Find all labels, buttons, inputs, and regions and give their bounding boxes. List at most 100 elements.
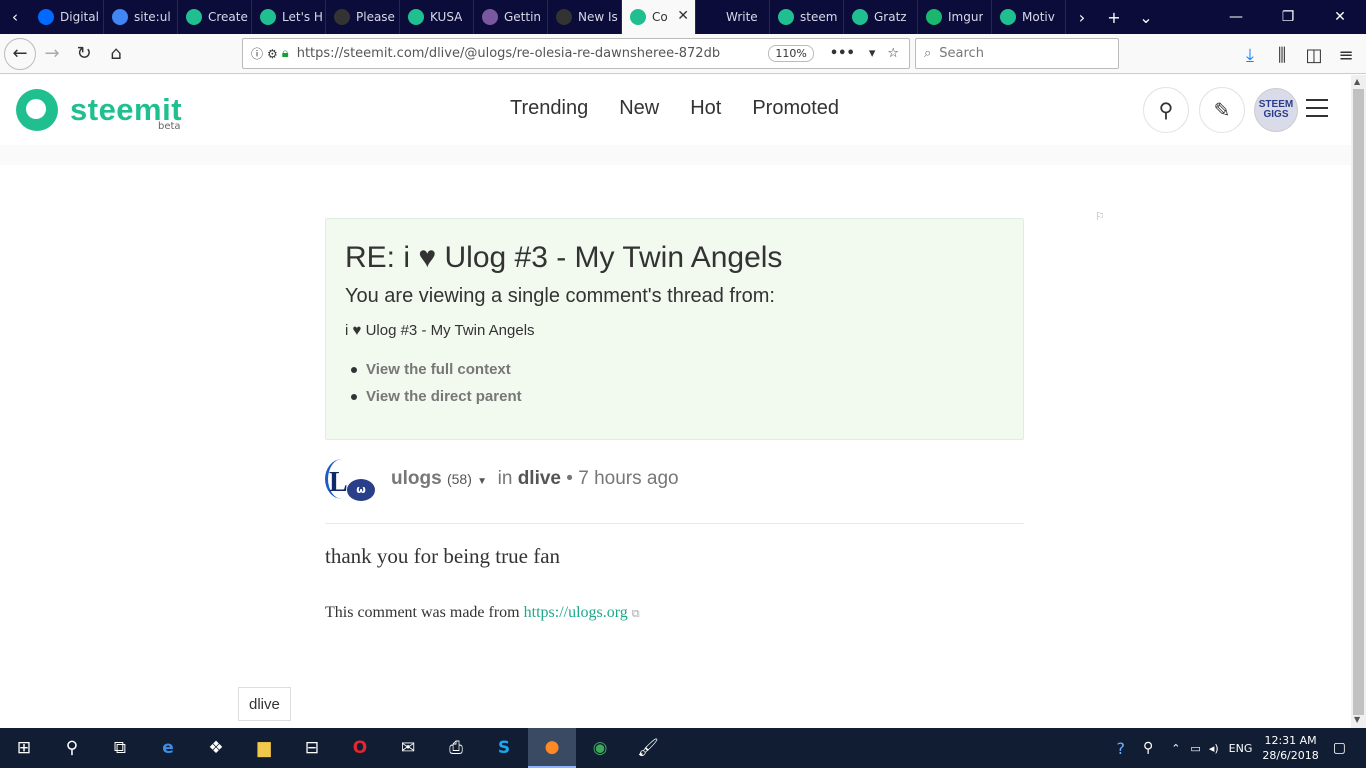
browser-tab[interactable]: Create [178, 0, 252, 34]
clock[interactable]: 12:31 AM 28/6/2018 [1262, 733, 1318, 763]
tab-label: Gratz [874, 10, 907, 24]
reload-icon[interactable]: ↻ [68, 38, 100, 70]
tabs-scroll-left-icon[interactable]: ‹ [0, 0, 30, 34]
browser-tab[interactable]: KUSA [400, 0, 474, 34]
close-window-icon[interactable]: ✕ [1314, 0, 1366, 34]
url-text[interactable]: https://steemit.com/dlive/@ulogs/re-oles… [297, 46, 769, 61]
browser-tab[interactable]: Gratz [844, 0, 918, 34]
skype-icon[interactable]: S [480, 728, 528, 768]
browser-tab[interactable]: Gettin [474, 0, 548, 34]
tab-label: Let's H [282, 10, 323, 24]
browser-tab[interactable]: steem [770, 0, 844, 34]
author-name[interactable]: ulogs [391, 468, 442, 489]
store-icon[interactable]: ⊟ [288, 728, 336, 768]
language-indicator[interactable]: ENG [1229, 742, 1253, 755]
bookmark-star-icon[interactable]: ☆ [887, 46, 899, 61]
browser-tab[interactable]: site:ul [104, 0, 178, 34]
write-post-button[interactable]: ✎ [1199, 87, 1245, 133]
mail-icon[interactable]: ✉ [384, 728, 432, 768]
nav-trending[interactable]: Trending [510, 97, 588, 120]
forward-icon[interactable]: → [36, 38, 68, 70]
view-direct-parent-link[interactable]: View the direct parent [345, 388, 1004, 405]
close-tab-icon[interactable]: ✕ [677, 8, 689, 24]
user-avatar[interactable]: STEEM GIGS [1254, 88, 1298, 132]
windows-start-icon[interactable]: ⊞ [0, 728, 48, 768]
chrome-icon[interactable]: ◉ [576, 728, 624, 768]
restore-icon[interactable]: ❐ [1262, 0, 1314, 34]
nav-hot[interactable]: Hot [690, 97, 721, 120]
search-icon: ⚲ [1158, 98, 1174, 122]
pocket-icon[interactable]: ▾ [869, 46, 876, 61]
author-avatar[interactable]: L ω [325, 457, 377, 505]
tab-list-chevron-icon[interactable]: ⌄ [1130, 0, 1162, 34]
author-dropdown-icon[interactable]: ▼ [477, 476, 487, 487]
hamburger-menu-icon[interactable] [1306, 99, 1328, 117]
tray-expand-icon[interactable]: ⌃ [1171, 742, 1180, 755]
page-actions-icon[interactable]: ••• [830, 46, 855, 61]
edge-icon[interactable]: e [144, 728, 192, 768]
search-input[interactable]: ⌕ Search [915, 38, 1119, 69]
thread-notice: You are viewing a single comment's threa… [345, 285, 775, 307]
downloads-icon[interactable]: ⤓ [1234, 39, 1266, 71]
minimize-icon[interactable]: — [1210, 0, 1262, 34]
home-icon[interactable]: ⌂ [100, 38, 132, 70]
system-tray: ? ⚲ ⌃ ▭ ◂) ENG 12:31 AM 28/6/2018 ▢ [1116, 728, 1366, 768]
new-tab-icon[interactable]: + [1098, 0, 1130, 34]
help-icon[interactable]: ? [1116, 739, 1125, 758]
browser-tab[interactable]: Co ✕ [622, 0, 696, 34]
task-view-icon[interactable]: ⧉ [96, 728, 144, 768]
tab-label: steem [800, 10, 838, 24]
scroll-thumb[interactable] [1353, 89, 1364, 715]
clock-date: 28/6/2018 [1262, 749, 1319, 762]
comment-time[interactable]: 7 hours ago [578, 468, 678, 489]
zoom-badge[interactable]: 110% [768, 45, 814, 62]
firefox-icon[interactable]: ● [528, 728, 576, 768]
browser-tab[interactable]: Digital [30, 0, 104, 34]
file-explorer-icon[interactable]: ▆ [240, 728, 288, 768]
network-icon[interactable]: ▭ [1190, 742, 1200, 755]
view-full-context-link[interactable]: View the full context [345, 361, 1004, 378]
comment-footer: This comment was made from https://ulogs… [325, 604, 640, 622]
search-icon[interactable]: ⚲ [48, 728, 96, 768]
sidebar-icon[interactable]: ◫ [1298, 39, 1330, 71]
browser-tab[interactable]: Let's H [252, 0, 326, 34]
main-nav: Trending New Hot Promoted [510, 97, 870, 120]
browser-tab[interactable]: New Is [548, 0, 622, 34]
header-divider [0, 145, 1351, 165]
opera-icon[interactable]: O [336, 728, 384, 768]
paint-icon[interactable]: 🖌︎ [624, 728, 672, 768]
tab-strip: Digital site:ul Create Let's H Please KUSA Get… [30, 0, 1066, 34]
browser-tab[interactable]: Write [696, 0, 770, 34]
steemit-icon [778, 9, 794, 25]
library-icon[interactable]: ⫼ [1266, 39, 1298, 71]
tabs-scroll-right-icon[interactable]: › [1066, 0, 1098, 34]
dropbox-icon[interactable]: ❖ [192, 728, 240, 768]
volume-icon[interactable]: ◂) [1209, 742, 1219, 755]
browser-tab[interactable]: Imgur [918, 0, 992, 34]
ulogs-link[interactable]: https://ulogs.org [524, 604, 628, 621]
tab-label: Please [356, 10, 395, 24]
action-center-icon[interactable]: ▢ [1333, 740, 1346, 756]
people-icon[interactable]: ⚲ [1143, 740, 1153, 756]
site-search-button[interactable]: ⚲ [1143, 87, 1189, 133]
browser-tab[interactable]: Please [326, 0, 400, 34]
page-scrollbar[interactable]: ▲ ▼ [1351, 75, 1366, 728]
search-icon: ⌕ [924, 46, 932, 61]
nav-promoted[interactable]: Promoted [752, 97, 839, 120]
back-icon[interactable]: ← [4, 37, 36, 70]
info-icon[interactable]: ⓘ [251, 45, 263, 62]
browser-tab[interactable]: Motiv [992, 0, 1066, 34]
menu-icon[interactable]: ≡ [1330, 39, 1362, 71]
scroll-up-icon[interactable]: ▲ [1354, 77, 1360, 86]
permissions-icon[interactable]: ⚙ [267, 47, 278, 61]
flag-icon[interactable]: ⚐ [1095, 210, 1107, 223]
category-link[interactable]: dlive [518, 468, 561, 489]
scroll-down-icon[interactable]: ▼ [1354, 715, 1360, 724]
url-bar[interactable]: ⓘ ⚙ 🔒︎ https://steemit.com/dlive/@ulogs/… [242, 38, 910, 69]
context-links: View the full context View the direct pa… [345, 361, 1004, 405]
author-reputation: (58) [446, 471, 472, 487]
browser-nav-bar: ← → ↻ ⌂ ⓘ ⚙ 🔒︎ https://steemit.com/dlive… [0, 34, 1366, 74]
nav-new[interactable]: New [619, 97, 659, 120]
lock-icon: 🔒︎ [281, 46, 289, 61]
network-app-icon[interactable]: ⎙ [432, 728, 480, 768]
